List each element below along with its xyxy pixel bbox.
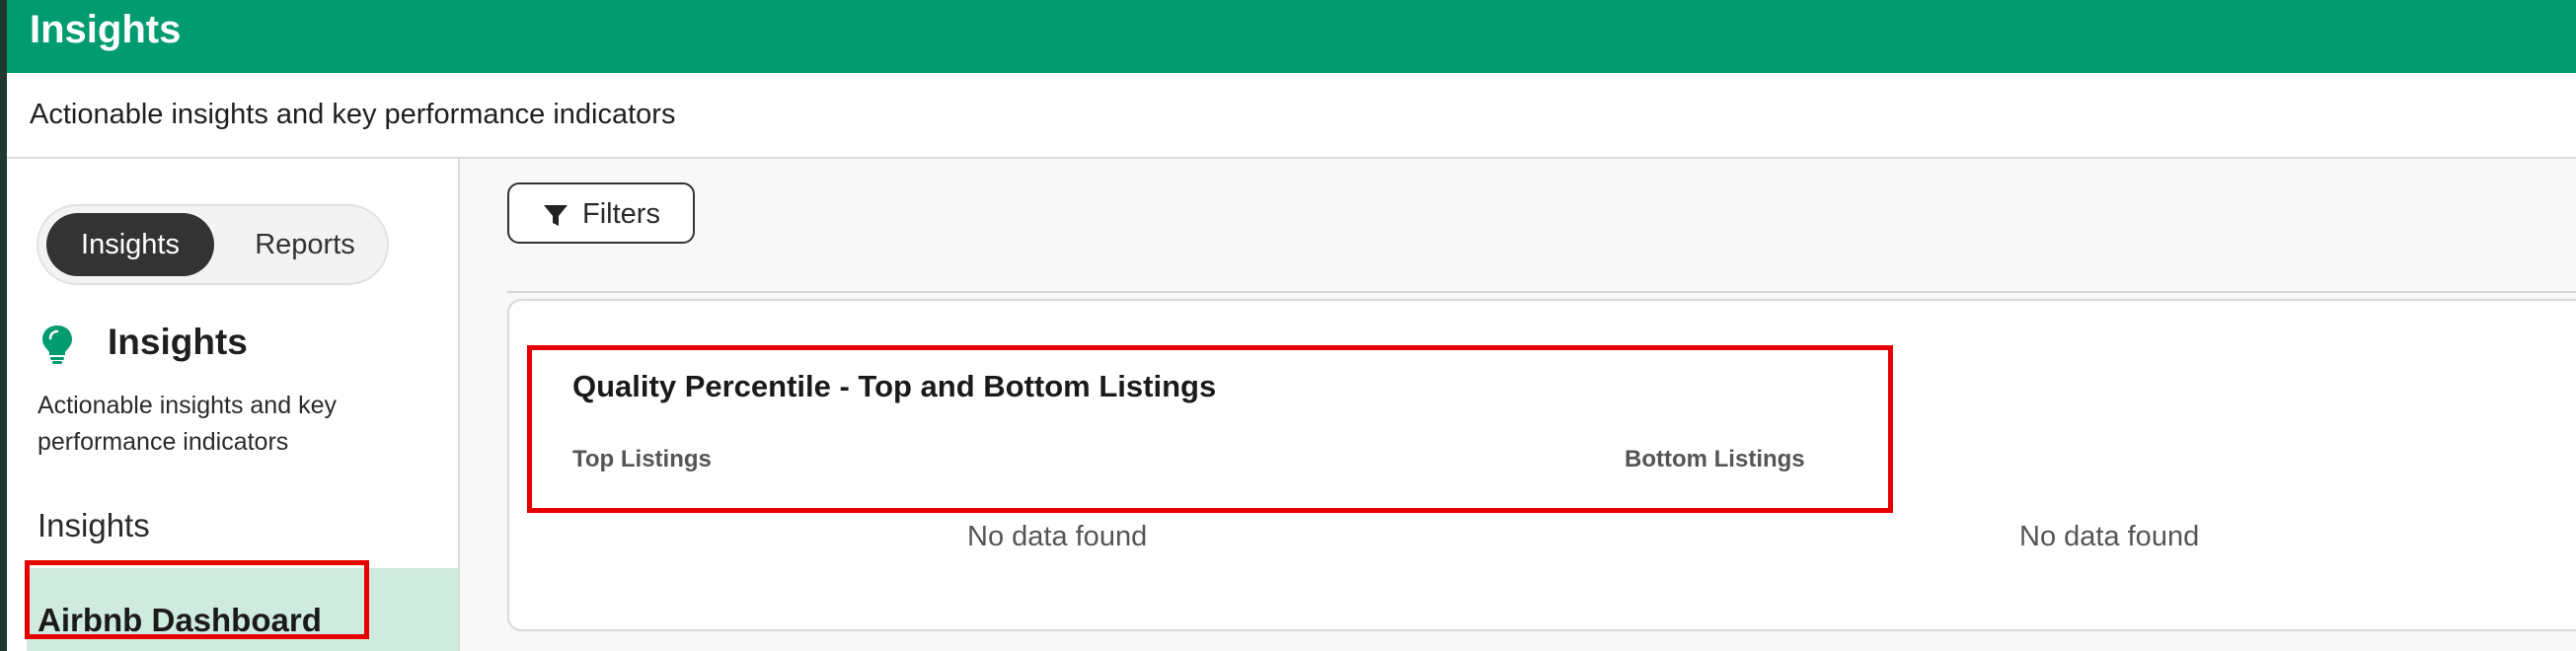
highlight-box-card-header: [527, 345, 1893, 513]
toggle-insights-button[interactable]: Insights: [46, 213, 214, 276]
top-listings-empty-state: No data found: [967, 521, 1148, 552]
sidebar-heading: Insights: [108, 322, 248, 362]
filters-label: Filters: [582, 198, 660, 230]
app-header: Insights: [7, 0, 2576, 73]
filter-icon: [544, 205, 568, 226]
toggle-reports-button[interactable]: Reports: [232, 213, 378, 276]
page-subtitle-bar: Actionable insights and key performance …: [7, 73, 2576, 159]
highlight-box-airbnb-dashboard: [25, 560, 369, 639]
sidebar-section-insights[interactable]: Insights: [38, 507, 150, 544]
window-edge: [0, 0, 7, 651]
lightbulb-icon: [42, 326, 72, 364]
sidebar-description: Actionable insights and key performance …: [38, 392, 337, 456]
bottom-listings-empty-state: No data found: [2019, 521, 2200, 552]
page-subtitle: Actionable insights and key performance …: [30, 99, 676, 130]
filters-button[interactable]: Filters: [507, 182, 695, 244]
view-toggle: Insights Reports: [37, 204, 389, 285]
divider: [507, 291, 2576, 293]
page-title: Insights: [30, 8, 182, 51]
